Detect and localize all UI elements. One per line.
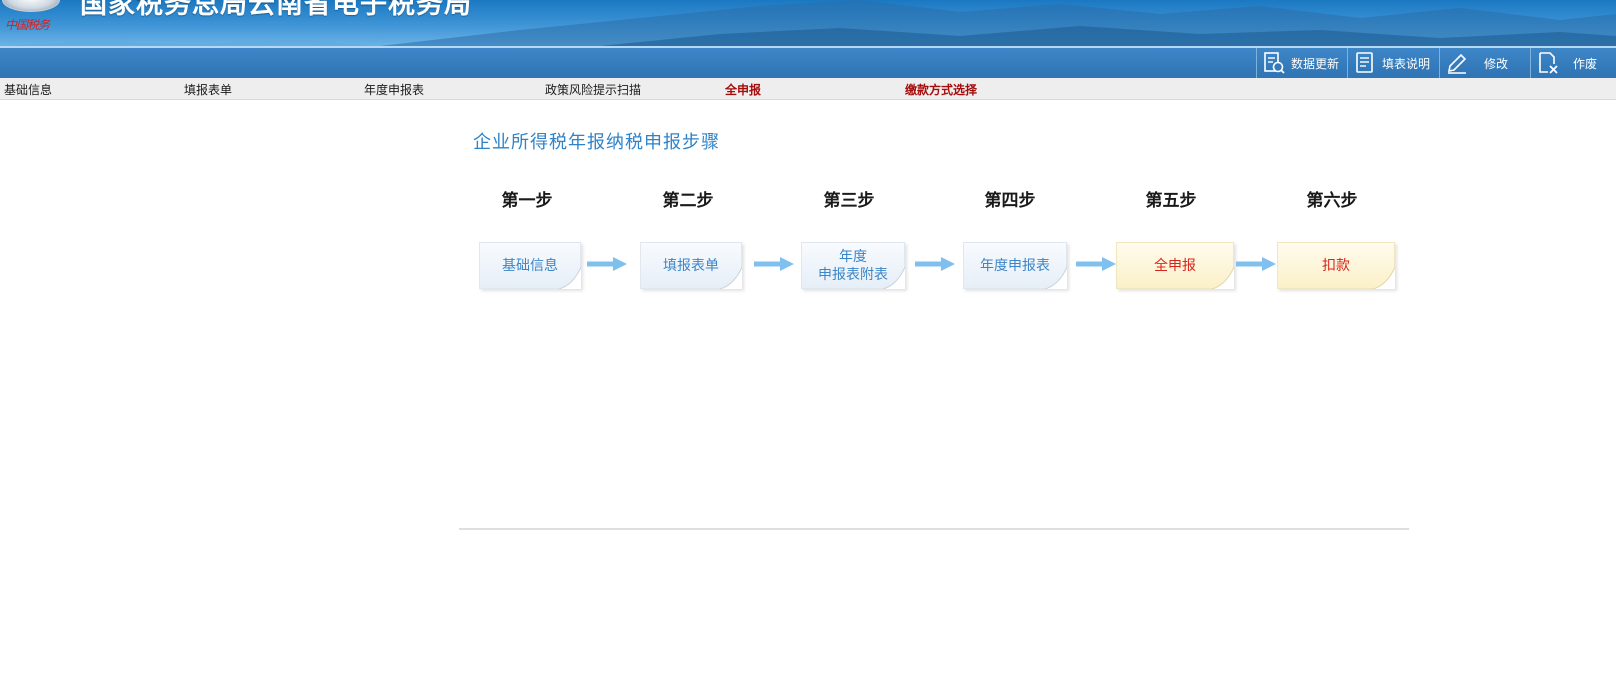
edit-button[interactable]: 修改 [1439,48,1530,78]
step-head-2: 第二步 [662,191,714,211]
void-doc-icon [1537,52,1559,74]
page-curl-icon [720,267,742,289]
data-refresh-icon [1263,52,1285,74]
step-head-4: 第四步 [984,191,1036,211]
step-card-full-filing[interactable]: 全申报 [1116,242,1234,289]
arrow-right-icon [754,257,794,271]
page-curl-icon [1212,267,1234,289]
site-title: 国家税务总局云南省电子税务局 [80,0,472,20]
nav-fill-forms[interactable]: 填报表单 [184,81,232,98]
step-head-1: 第一步 [501,191,553,211]
header-banner: 中国税务 国家税务总局云南省电子税务局 [0,0,1616,46]
pencil-icon [1446,52,1468,74]
logo-script: 中国税务 [5,18,50,32]
data-refresh-label: 数据更新 [1291,56,1340,71]
content-divider [459,528,1409,530]
step-card-label-line1: 年度 [839,248,867,265]
step-card-label: 基础信息 [502,257,558,274]
step-card-basic-info[interactable]: 基础信息 [479,242,581,289]
fill-instructions-label: 填表说明 [1382,56,1431,71]
step-head-6: 第六步 [1306,191,1358,211]
nav-basic-info[interactable]: 基础信息 [4,81,52,98]
step-card-label: 填报表单 [663,257,719,274]
steps-title: 企业所得税年报纳税申报步骤 [473,132,720,153]
nav-annual-return[interactable]: 年度申报表 [364,81,424,98]
fill-instructions-button[interactable]: 填表说明 [1347,48,1439,78]
step-card-deduction[interactable]: 扣款 [1277,242,1395,289]
step-card-label: 全申报 [1154,257,1196,274]
step-card-label-line2: 申报表附表 [818,266,888,283]
step-card-fill-forms[interactable]: 填报表单 [640,242,742,289]
step-card-label: 年度申报表 [980,257,1050,274]
document-icon [1354,52,1376,74]
nav-payment-method[interactable]: 缴款方式选择 [905,81,977,98]
nav-full-filing[interactable]: 全申报 [725,81,761,98]
void-label: 作废 [1573,56,1598,71]
step-card-annual-return[interactable]: 年度申报表 [963,242,1067,289]
step-head-3: 第三步 [823,191,875,211]
arrow-right-icon [587,257,627,271]
data-refresh-button[interactable]: 数据更新 [1256,48,1347,78]
arrow-right-icon [1076,257,1116,271]
void-button[interactable]: 作废 [1530,48,1616,78]
step-card-annual-schedules[interactable]: 年度 申报表附表 [801,242,905,289]
arrow-right-icon [1236,257,1276,271]
toolbar: 数据更新 填表说明 修改 作废 [0,46,1616,78]
nav-policy-risk-scan[interactable]: 政策风险提示扫描 [545,81,641,98]
nav-bar: 基础信息 填报表单 年度申报表 政策风险提示扫描 全申报 缴款方式选择 [0,78,1616,100]
step-card-label: 扣款 [1322,257,1350,274]
step-head-5: 第五步 [1145,191,1197,211]
arrow-right-icon [915,257,955,271]
edit-label: 修改 [1484,56,1509,71]
emblem-icon [2,0,60,12]
tax-logo: 中国税务 [0,0,64,46]
page-curl-icon [559,267,581,289]
page-curl-icon [1373,267,1395,289]
